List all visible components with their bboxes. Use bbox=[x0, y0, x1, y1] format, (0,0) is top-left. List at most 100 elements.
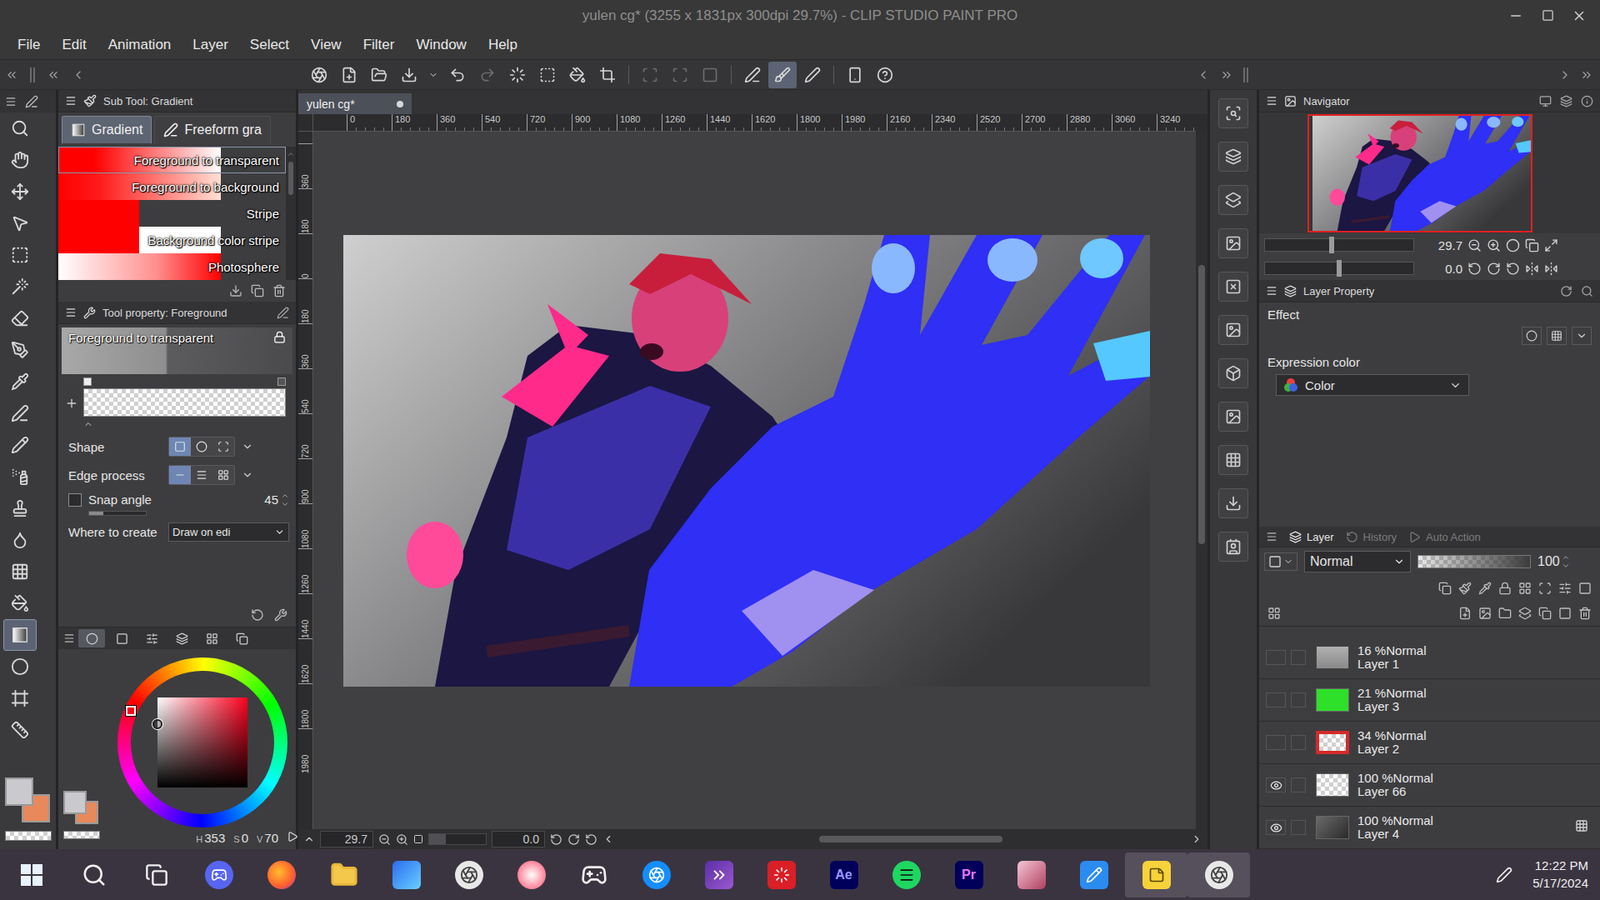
menu-item[interactable]: File bbox=[6, 33, 51, 57]
layer-view-icon[interactable] bbox=[1267, 606, 1281, 620]
taskbar-app[interactable] bbox=[312, 852, 375, 898]
panel-menu-icon[interactable] bbox=[65, 306, 77, 319]
layer-row[interactable]: 34 %NormalLayer 2 bbox=[1259, 721, 1600, 765]
lock-toggle[interactable] bbox=[1290, 650, 1306, 665]
zoom-slider[interactable] bbox=[1264, 238, 1415, 252]
auto-select-tool[interactable] bbox=[3, 270, 37, 303]
more-effects-button[interactable] bbox=[1571, 326, 1592, 345]
figure-tool[interactable] bbox=[3, 650, 37, 683]
play-icon[interactable] bbox=[286, 830, 299, 843]
taskbar-app[interactable] bbox=[625, 852, 688, 898]
new-file-button[interactable] bbox=[335, 61, 364, 89]
panel-menu-icon[interactable] bbox=[5, 95, 17, 108]
new-folder-icon[interactable] bbox=[1498, 606, 1512, 620]
taskbar-app[interactable] bbox=[875, 852, 938, 898]
zoom-in-icon[interactable] bbox=[1486, 238, 1501, 253]
rotate-right-icon[interactable] bbox=[567, 833, 580, 846]
transparent-color-swatch[interactable] bbox=[63, 830, 100, 840]
taskbar-app[interactable] bbox=[750, 852, 813, 898]
layers-alt-button[interactable] bbox=[1218, 185, 1249, 215]
angle-slider[interactable] bbox=[1264, 261, 1415, 275]
zoom-out-icon[interactable] bbox=[1467, 238, 1482, 253]
fill-tool[interactable] bbox=[3, 587, 37, 620]
taskbar-app[interactable] bbox=[1187, 852, 1250, 898]
taskbar-app[interactable] bbox=[1062, 852, 1125, 898]
border-effect-button[interactable] bbox=[1521, 326, 1542, 345]
save-menu-button[interactable] bbox=[425, 61, 442, 89]
frame-tool[interactable] bbox=[3, 682, 37, 715]
device-button[interactable] bbox=[840, 61, 870, 89]
visibility-toggle[interactable] bbox=[1265, 650, 1286, 665]
visibility-toggle[interactable] bbox=[1265, 735, 1286, 750]
visibility-toggle[interactable] bbox=[1265, 692, 1286, 708]
main-color-swatch[interactable] bbox=[63, 790, 87, 815]
visibility-toggle[interactable] bbox=[1265, 777, 1286, 793]
view-frame[interactable] bbox=[1307, 114, 1533, 233]
layer-row[interactable]: 21 %NormalLayer 3 bbox=[1259, 679, 1600, 722]
deselect-button[interactable] bbox=[533, 61, 562, 89]
grid-tool[interactable] bbox=[3, 555, 37, 588]
import-icon[interactable] bbox=[229, 284, 243, 298]
close-button[interactable] bbox=[1565, 3, 1594, 29]
delete-icon[interactable] bbox=[1578, 606, 1592, 620]
panel-menu-icon[interactable] bbox=[1265, 530, 1278, 543]
layer-panel-tab[interactable]: Auto Action bbox=[1408, 530, 1481, 544]
edit-icon[interactable] bbox=[276, 306, 290, 320]
search-icon[interactable] bbox=[1580, 285, 1594, 298]
collapse-right-icon[interactable] bbox=[1580, 68, 1594, 82]
option-button[interactable] bbox=[169, 465, 191, 485]
pen-button[interactable] bbox=[798, 61, 827, 89]
color-tab[interactable] bbox=[168, 629, 195, 648]
taskbar-app[interactable] bbox=[1125, 852, 1188, 898]
layers-button[interactable] bbox=[1218, 141, 1249, 172]
taskbar-app[interactable] bbox=[437, 852, 500, 898]
collapse-left-icon[interactable] bbox=[5, 68, 19, 82]
help-button[interactable] bbox=[870, 61, 900, 89]
scroll-thumb[interactable] bbox=[1198, 265, 1205, 545]
color-tab[interactable] bbox=[108, 629, 135, 648]
reset-icon[interactable] bbox=[250, 608, 265, 622]
image-alt-button[interactable] bbox=[1218, 315, 1249, 345]
add-stop-icon[interactable] bbox=[65, 396, 79, 410]
taskbar-app[interactable] bbox=[125, 852, 188, 898]
document-tab[interactable]: yulen cg* bbox=[298, 93, 412, 115]
menu-item[interactable]: Filter bbox=[352, 33, 406, 57]
lock-transparency-icon[interactable] bbox=[1518, 581, 1532, 595]
download-button[interactable] bbox=[1218, 488, 1249, 519]
undo-button[interactable] bbox=[443, 61, 472, 89]
blend-mode-select[interactable]: Normal bbox=[1304, 550, 1411, 573]
sub-view-icon[interactable] bbox=[1539, 95, 1552, 108]
scroll-thumb[interactable] bbox=[288, 161, 294, 195]
menu-item[interactable]: View bbox=[300, 33, 353, 57]
box-button[interactable] bbox=[1218, 358, 1249, 389]
color-tab[interactable] bbox=[228, 629, 255, 648]
close-panel-button[interactable] bbox=[1218, 271, 1249, 302]
search-panel-button[interactable] bbox=[1218, 98, 1249, 129]
taskbar-app[interactable] bbox=[375, 852, 438, 898]
layer-row[interactable]: 100 %NormalLayer 66 bbox=[1259, 764, 1600, 807]
scroll-left-icon[interactable] bbox=[602, 833, 615, 845]
snap-angle-checkbox[interactable] bbox=[68, 493, 82, 507]
sub-tool-tab[interactable]: Freeform gra bbox=[154, 115, 270, 144]
palette-color-icon[interactable] bbox=[1578, 581, 1592, 595]
save-button[interactable] bbox=[395, 61, 424, 89]
eyedropper-tool[interactable] bbox=[3, 365, 37, 398]
panel-menu-icon[interactable] bbox=[65, 95, 77, 107]
flip-vertical-icon[interactable] bbox=[1544, 261, 1559, 276]
decrease-icon[interactable] bbox=[1561, 561, 1570, 570]
rotate-right-icon[interactable] bbox=[1486, 261, 1501, 276]
taskbar-app[interactable] bbox=[62, 852, 125, 898]
forward-icon[interactable] bbox=[1558, 68, 1572, 82]
clock[interactable]: 12:22 PM5/17/2024 bbox=[1532, 857, 1589, 892]
decrease-icon[interactable] bbox=[280, 500, 290, 509]
duplicate-icon[interactable] bbox=[250, 284, 265, 298]
canvas-viewport[interactable] bbox=[313, 131, 1196, 830]
scroll-up-icon[interactable] bbox=[286, 150, 295, 159]
material-button[interactable] bbox=[1218, 401, 1249, 432]
taskbar-app[interactable] bbox=[500, 852, 563, 898]
menu-item[interactable]: Animation bbox=[97, 33, 183, 57]
menu-item[interactable]: Window bbox=[405, 33, 477, 57]
frame-button[interactable] bbox=[695, 61, 725, 89]
pen-tool-tool[interactable] bbox=[3, 334, 37, 366]
stroke-button[interactable] bbox=[738, 61, 767, 89]
